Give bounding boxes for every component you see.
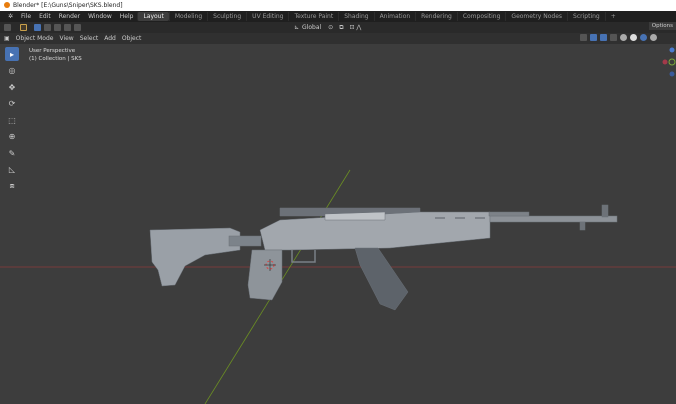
orientation-icon: ⊾ — [294, 24, 300, 31]
collection-label: (1) Collection | SKS — [29, 56, 82, 62]
menu-window[interactable]: Window — [84, 13, 116, 20]
select-mode-invert-icon[interactable] — [64, 24, 71, 31]
menu-file[interactable]: File — [17, 13, 35, 20]
tab-rendering[interactable]: Rendering — [415, 12, 457, 21]
solid-shading-icon[interactable] — [630, 34, 637, 41]
navigation-gizmo[interactable] — [662, 44, 676, 84]
select-mode-new-icon[interactable] — [34, 24, 41, 31]
sks-rifle-model — [149, 204, 618, 311]
select-tool-icon[interactable] — [20, 24, 27, 31]
cursor-icon[interactable]: ◎ — [5, 64, 19, 78]
3d-viewport[interactable] — [0, 44, 676, 404]
tab-layout[interactable]: Layout — [137, 12, 169, 21]
overlay-toggle-icon[interactable] — [600, 34, 607, 41]
select-mode-subtract-icon[interactable] — [54, 24, 61, 31]
annotate-icon[interactable]: ✎ — [5, 146, 19, 160]
x-axis-gizmo-icon — [662, 59, 668, 65]
snap-icon[interactable]: ⧉ — [339, 24, 343, 32]
menu-object[interactable]: Object — [122, 35, 142, 42]
viewport-shading-controls — [580, 34, 657, 41]
title-bar: Blender* [E:\Guns\Sniper\SKS.blend] — [0, 0, 676, 11]
menu-help[interactable]: Help — [116, 13, 138, 20]
tab-texture-paint[interactable]: Texture Paint — [288, 12, 338, 21]
proportional-edit-icon[interactable]: ⊡ ⋀ — [350, 24, 362, 31]
barrel — [489, 215, 618, 223]
menu-select[interactable]: Select — [80, 35, 99, 42]
transform-icon[interactable]: ⊕ — [5, 130, 19, 144]
neg-z-axis-gizmo-icon — [669, 71, 675, 77]
gizmo-toggle-icon[interactable] — [590, 34, 597, 41]
mode-dropdown[interactable]: Object Mode — [16, 35, 54, 42]
bayonet-lug — [579, 221, 586, 231]
front-sight — [601, 204, 609, 218]
options-dropdown[interactable]: Options — [648, 22, 676, 30]
tool-header: ⊾ Global ⊙ ⧉ ⊡ ⋀ — [0, 22, 676, 33]
wireframe-shading-icon[interactable] — [620, 34, 627, 41]
tab-shading[interactable]: Shading — [338, 12, 373, 21]
buffer-tube — [228, 235, 262, 247]
perspective-label: User Perspective — [29, 48, 76, 54]
z-axis-gizmo-icon — [669, 47, 675, 53]
menu-view[interactable]: View — [59, 35, 73, 42]
add-cube-icon[interactable]: ⧈ — [5, 179, 19, 193]
toolbar: ▸ ◎ ✥ ⟳ ⬚ ⊕ ✎ ◺ ⧈ — [5, 47, 20, 196]
rendered-shading-icon[interactable] — [650, 34, 657, 41]
blender-menu-icon[interactable]: ✲ — [4, 13, 17, 20]
select-mode-extend-icon[interactable] — [44, 24, 51, 31]
blender-logo-icon — [4, 2, 10, 8]
material-shading-icon[interactable] — [640, 34, 647, 41]
tab-compositing[interactable]: Compositing — [456, 12, 506, 21]
scale-icon[interactable]: ⬚ — [5, 113, 19, 127]
tab-animation[interactable]: Animation — [373, 12, 416, 21]
viewport-header: ▣ Object Mode View Select Add Object — [0, 33, 676, 44]
window-title: Blender* [E:\Guns\Sniper\SKS.blend] — [13, 2, 123, 9]
move-icon[interactable]: ✥ — [5, 80, 19, 94]
y-axis-gizmo-icon — [668, 58, 676, 66]
editor-type-icon[interactable]: ▣ — [4, 35, 10, 42]
select-mode-intersect-icon[interactable] — [74, 24, 81, 31]
menu-edit[interactable]: Edit — [35, 13, 55, 20]
pistol-grip — [247, 249, 283, 301]
rotate-icon[interactable]: ⟳ — [5, 97, 19, 111]
trigger-guard — [291, 250, 316, 263]
add-workspace-button[interactable]: + — [604, 12, 621, 21]
tab-modeling[interactable]: Modeling — [168, 12, 207, 21]
top-menu-bar: ✲ File Edit Render Window Help Layout Mo… — [0, 11, 676, 22]
pivot-icon[interactable]: ⊙ — [328, 24, 333, 31]
tab-uv-editing[interactable]: UV Editing — [246, 12, 288, 21]
orientation-dropdown[interactable]: Global — [302, 24, 321, 31]
tab-sculpting[interactable]: Sculpting — [207, 12, 246, 21]
gas-tube — [488, 211, 530, 217]
tool-settings-icon[interactable] — [4, 24, 11, 31]
visibility-icon[interactable] — [580, 34, 587, 41]
viewport-info: User Perspective (1) Collection | SKS — [29, 47, 82, 63]
rifle-stock — [149, 227, 241, 287]
menu-add[interactable]: Add — [104, 35, 116, 42]
magazine — [354, 247, 409, 311]
tab-geometry-nodes[interactable]: Geometry Nodes — [505, 12, 567, 21]
menu-render[interactable]: Render — [55, 13, 84, 20]
scene-canvas — [0, 169, 676, 404]
xray-toggle-icon[interactable] — [610, 34, 617, 41]
tab-scripting[interactable]: Scripting — [567, 12, 605, 21]
measure-icon[interactable]: ◺ — [5, 163, 19, 177]
select-box-icon[interactable]: ▸ — [5, 47, 19, 61]
